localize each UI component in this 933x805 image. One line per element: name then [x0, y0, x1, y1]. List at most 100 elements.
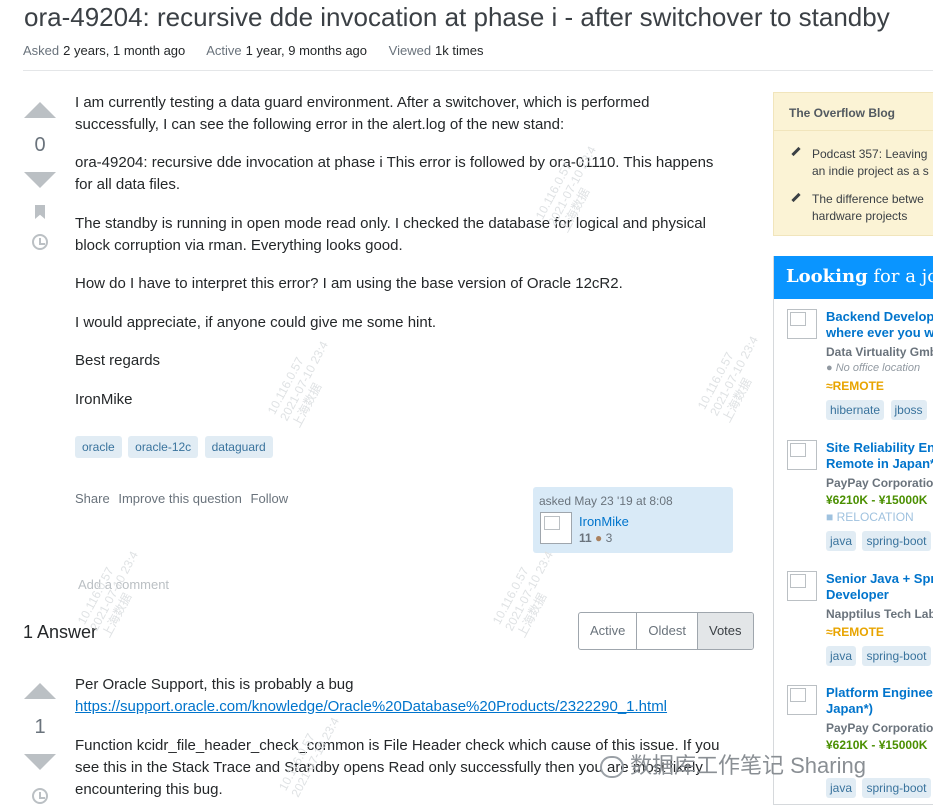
oracle-support-link[interactable]: https://support.oracle.com/knowledge/Ora…: [75, 698, 667, 715]
tag-spring-boot[interactable]: spring-boot: [862, 778, 931, 798]
user-card: asked May 23 '19 at 8:08 IronMike 11 ● 3: [533, 487, 733, 553]
viewed-value: 1k times: [435, 43, 484, 58]
tag-spring-boot[interactable]: spring-boot: [862, 646, 931, 666]
bronze-badge-count: 3: [605, 531, 613, 545]
tag-jboss[interactable]: jboss: [890, 400, 927, 420]
badge-text: REMOTE: [832, 625, 884, 639]
question-paragraph-wrap: Best regards: [75, 350, 735, 372]
question-paragraph-wrap: IronMike: [75, 389, 735, 411]
company-name: PayPay Corporation: [826, 721, 933, 735]
active-label: Active: [206, 43, 242, 58]
question-paragraph: Best regards: [75, 352, 161, 369]
company-name: Data Virtuality Gmb: [826, 345, 933, 359]
tag-java[interactable]: java: [826, 646, 857, 666]
job-title-line: Japan*): [826, 701, 873, 716]
remote-badge: ≈REMOTE: [826, 379, 884, 393]
question-paragraph: The standby is running in open mode read…: [75, 215, 706, 254]
company-logo: [787, 440, 817, 470]
job-title[interactable]: Platform Engineer Japan*): [826, 685, 933, 717]
blog-item-line: an indie project as a s: [812, 164, 929, 178]
relocation-badge: ■ RELOCATION: [826, 510, 914, 524]
reputation-score: 11: [579, 531, 592, 545]
watermark-line: 10.116.0.57: [489, 564, 532, 627]
tag-oracle-12c[interactable]: oracle-12c: [128, 436, 199, 458]
job-tags: java spring-boot: [826, 646, 933, 666]
pencil-icon: [791, 146, 801, 157]
location-text: No office location: [835, 362, 921, 374]
asked-label: Asked: [23, 43, 60, 58]
question-tags: oracle oracle-12c dataguard: [75, 436, 275, 458]
tag-oracle[interactable]: oracle: [75, 436, 122, 458]
question-meta: Asked 2 years, 1 month ago Active 1 year, …: [23, 43, 501, 58]
answer-downvote-icon[interactable]: [24, 754, 56, 770]
answer-score: 1: [34, 716, 46, 738]
answers-count-heading: 1 Answer: [23, 622, 98, 642]
answer-line: Per Oracle Support, this is probably a b…: [75, 676, 354, 693]
job-title[interactable]: Backend Develope where ever you w: [826, 309, 933, 341]
watermark: 10.116.0.57 2021-07-10 23:4 上海数据: [489, 542, 568, 640]
history-icon[interactable]: [32, 234, 48, 250]
question-score: 0: [34, 134, 46, 156]
tag-hibernate[interactable]: hibernate: [826, 400, 885, 420]
share-link[interactable]: Share: [75, 491, 110, 506]
upvote-icon[interactable]: [24, 102, 56, 118]
answer-history-icon[interactable]: [32, 788, 48, 804]
question-title[interactable]: ora-49204: recursive dde invocation at p…: [24, 2, 890, 33]
tag-java[interactable]: java: [826, 531, 857, 551]
location-pin-icon: ●: [826, 362, 833, 374]
job-tags: java spring-boot: [826, 531, 933, 551]
question-body: I am currently testing a data guard envi…: [75, 92, 735, 136]
badge-text: RELOCATION: [836, 510, 914, 524]
job-title[interactable]: Senior Java + Spri Developer: [826, 571, 933, 603]
job-title-line: Remote in Japan*: [826, 456, 933, 471]
question-paragraph: How do I have to interpret this error? I…: [75, 275, 623, 292]
job-title[interactable]: Site Reliability Eng Remote in Japan*: [826, 440, 933, 472]
watermark: 10.116.0.57 2021-07-10 23:4 上海数据: [265, 332, 343, 430]
tag-java[interactable]: java: [826, 778, 857, 798]
question-paragraph: I am currently testing a data guard envi…: [75, 94, 650, 133]
wifi-icon: ≈: [826, 625, 833, 639]
downvote-icon[interactable]: [24, 172, 56, 188]
jobs-heading: Looking for a job: [786, 266, 933, 287]
answer-sort-tabs: Active Oldest Votes: [578, 612, 754, 650]
bookmark-icon[interactable]: [35, 205, 45, 219]
job-title-line: Platform Engineer: [826, 685, 933, 700]
follow-link[interactable]: Follow: [251, 491, 289, 506]
tag-dataguard[interactable]: dataguard: [204, 436, 273, 458]
tag-spring-boot[interactable]: spring-boot: [862, 531, 931, 551]
improve-question-link[interactable]: Improve this question: [118, 491, 242, 506]
blog-item[interactable]: The difference betwe hardware projects: [812, 191, 933, 225]
sort-tab-oldest[interactable]: Oldest: [637, 613, 698, 649]
viewed-label: Viewed: [388, 43, 432, 58]
question-paragraph-wrap: I would appreciate, if anyone could give…: [75, 312, 735, 334]
truck-icon: ■: [826, 510, 834, 524]
jobs-heading-bold: Looking: [786, 266, 868, 287]
blog-item-line: hardware projects: [812, 209, 908, 223]
user-name[interactable]: IronMike: [579, 514, 629, 529]
asked-value: 2 years, 1 month ago: [63, 43, 186, 58]
user-reputation: 11 ● 3: [579, 531, 612, 545]
remote-badge: ≈REMOTE: [826, 625, 884, 639]
company-logo: [787, 571, 817, 601]
question-paragraph-wrap: ora-49204: recursive dde invocation at p…: [75, 152, 735, 196]
footer-watermark: 数据库工作笔记 Sharing: [600, 748, 866, 780]
company-name: PayPay Corporation: [826, 476, 933, 490]
wechat-icon: [600, 756, 624, 779]
asked-timestamp: asked May 23 '19 at 8:08: [539, 494, 673, 508]
header-divider: [23, 70, 933, 71]
job-title-line: Site Reliability Eng: [826, 440, 933, 455]
question-paragraph: IronMike: [75, 391, 133, 408]
question-paragraph: I would appreciate, if anyone could give…: [75, 314, 437, 331]
question-paragraph: ora-49204: recursive dde invocation at p…: [75, 154, 714, 193]
question-paragraph-wrap: How do I have to interpret this error? I…: [75, 273, 735, 295]
sort-tab-active[interactable]: Active: [579, 613, 638, 649]
jobs-widget: Looking for a job Backend Develope where…: [773, 256, 933, 805]
jobs-heading-rest: for a job: [873, 266, 933, 287]
blog-item[interactable]: Podcast 357: Leaving an indie project as…: [812, 146, 933, 180]
avatar[interactable]: [540, 512, 572, 544]
pencil-icon: [791, 192, 801, 203]
sort-tab-votes[interactable]: Votes: [697, 613, 753, 649]
answer-upvote-icon[interactable]: [24, 683, 56, 699]
overflow-blog-widget: The Overflow Blog Podcast 357: Leaving a…: [773, 92, 933, 236]
add-comment-link[interactable]: Add a comment: [78, 577, 169, 592]
